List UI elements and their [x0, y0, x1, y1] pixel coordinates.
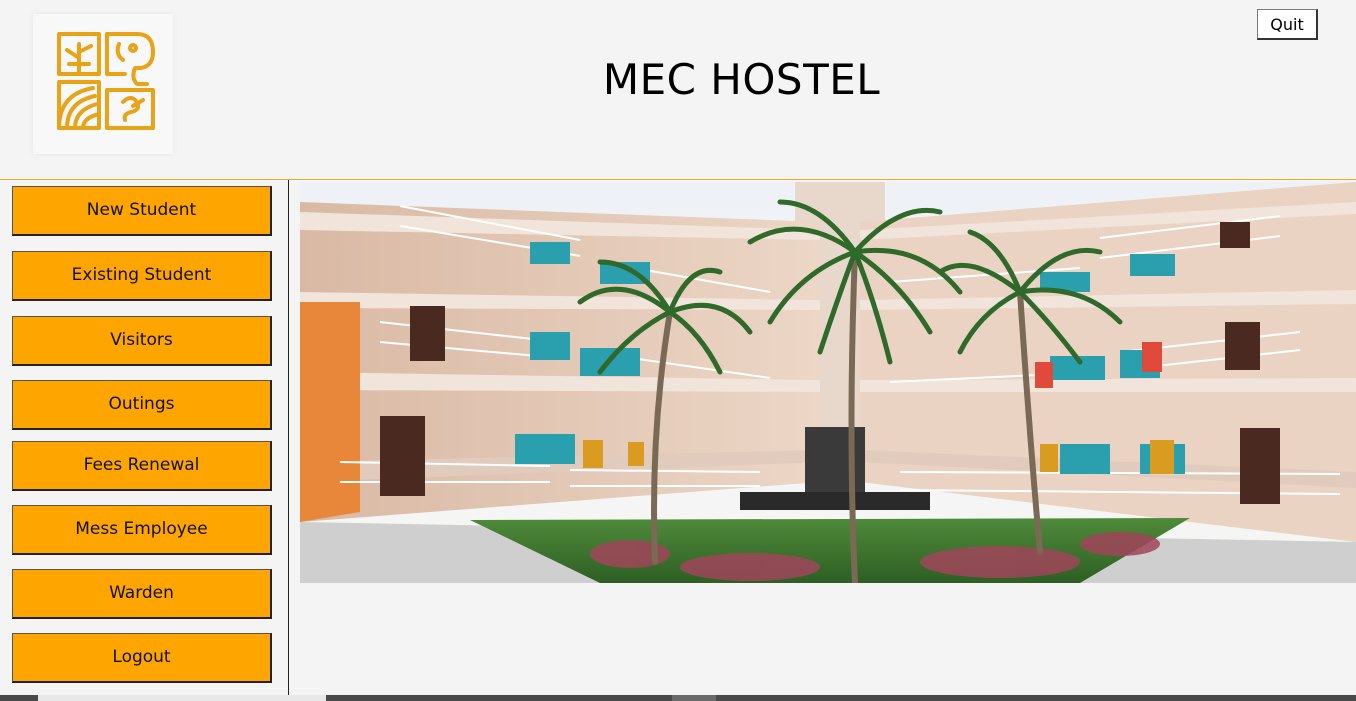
page-title: MEC HOSTEL [602, 55, 881, 104]
logout-button[interactable]: Logout [12, 633, 272, 683]
warden-button[interactable]: Warden [12, 569, 272, 619]
hostel-courtyard-photo [300, 182, 1356, 583]
quit-button[interactable]: Quit [1257, 9, 1318, 40]
header: MEC HOSTEL Quit [0, 0, 1356, 180]
fees-renewal-button[interactable]: Fees Renewal [12, 441, 272, 491]
sidebar: New Student Existing Student Visitors Ou… [0, 180, 289, 696]
new-student-button[interactable]: New Student [12, 186, 272, 236]
mess-employee-button[interactable]: Mess Employee [12, 505, 272, 555]
existing-student-button[interactable]: Existing Student [12, 251, 272, 301]
visitors-button[interactable]: Visitors [12, 316, 272, 366]
outings-button[interactable]: Outings [12, 380, 272, 430]
bottom-scrollbar[interactable] [0, 695, 1356, 701]
